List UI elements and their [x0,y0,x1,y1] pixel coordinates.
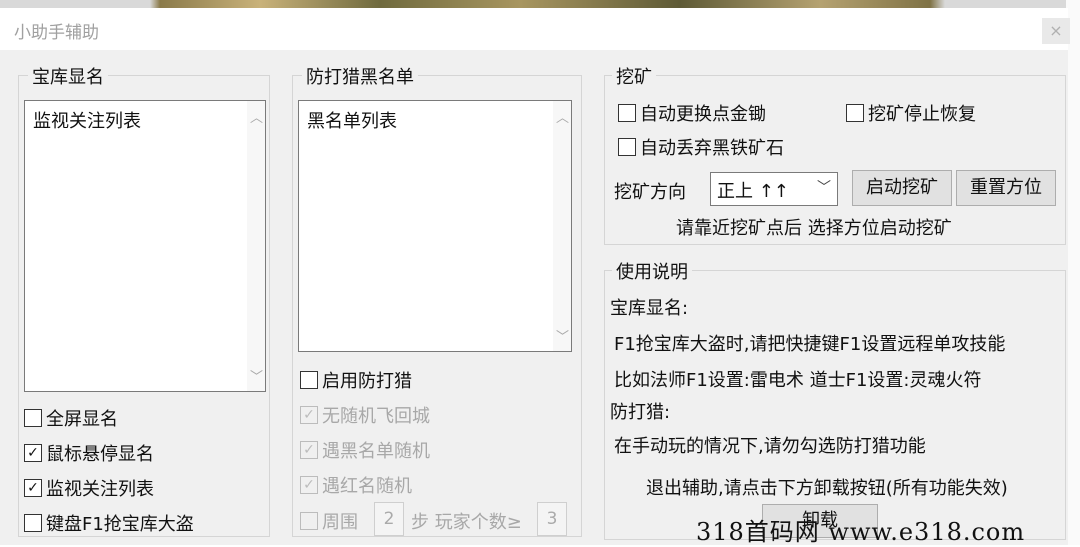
check-icon[interactable]: ✓ [24,444,42,462]
checkbox-label: 自动更换点金锄 [640,104,766,125]
steps-players-label: 步 玩家个数≥ [411,512,522,533]
checkbox-label: 鼠标悬停显名 [46,444,154,465]
scrollbar[interactable]: ︿ ﹀ [247,101,265,391]
scroll-down-icon[interactable]: ﹀ [556,326,569,345]
watch-listbox[interactable]: 监视关注列表 ︿ ﹀ [24,100,266,392]
checkbox-label: 遇红名随机 [322,476,412,497]
scroll-down-icon[interactable]: ﹀ [250,366,263,385]
usage-line: 防打猎: [610,402,671,423]
auto-pickaxe-checkbox[interactable]: 自动更换点金锄 [618,100,766,126]
mining-hint: 请靠近挖矿点后 选择方位启动挖矿 [676,218,952,239]
usage-line: 宝库显名: [610,298,689,319]
steps-input[interactable]: 2 [374,502,404,536]
player-count-input[interactable]: 3 [537,502,567,536]
checkbox-box[interactable] [846,104,864,122]
checkbox-label: 无随机飞回城 [322,406,430,427]
checkbox-box[interactable] [24,514,42,532]
checkbox-box[interactable] [24,409,42,427]
blacklist-group-title: 防打猎黑名单 [302,63,418,89]
desktop-edge [1066,0,1080,545]
no-random-return-checkbox[interactable]: ✓ 无随机飞回城 [300,402,430,428]
blacklist-random-checkbox[interactable]: ✓ 遇黑名单随机 [300,437,430,463]
chevron-down-icon: ﹀ [817,180,831,196]
scroll-up-icon[interactable]: ︿ [556,107,569,126]
checkbox-label: 挖矿停止恢复 [868,104,976,125]
window-title: 小助手辅助 [14,23,99,43]
close-button[interactable]: × [1042,18,1070,44]
checkbox-label: 键盘F1抢宝库大盗 [46,514,194,535]
auto-discard-checkbox[interactable]: 自动丢弃黑铁矿石 [618,134,784,160]
checkbox-box[interactable] [618,104,636,122]
blacklist-listbox[interactable]: 黑名单列表 ︿ ﹀ [298,100,572,352]
direction-select[interactable]: 正上 ↑↑ ﹀ [710,172,838,206]
treasure-group-title: 宝库显名 [28,63,108,89]
direction-value: 正上 ↑↑ [717,181,789,202]
f1-treasure-checkbox[interactable]: 键盘F1抢宝库大盗 [24,510,194,536]
around-checkbox[interactable]: 周围 [300,508,358,534]
check-icon[interactable]: ✓ [24,479,42,497]
watermark: 318首码网 www.e318.com [696,518,1026,546]
check-icon[interactable]: ✓ [300,406,318,424]
title-bar: 小助手辅助 × [0,8,1070,50]
check-icon[interactable]: ✓ [300,476,318,494]
usage-line: F1抢宝库大盗时,请把快捷键F1设置远程单攻技能 [614,334,1006,355]
checkbox-label: 遇黑名单随机 [322,441,430,462]
fullscreen-name-checkbox[interactable]: 全屏显名 [24,405,118,431]
checkbox-box[interactable] [300,371,318,389]
check-icon[interactable]: ✓ [300,441,318,459]
checkbox-label: 全屏显名 [46,409,118,430]
usage-line: 在手动玩的情况下,请勿勾选防打猎功能 [614,436,926,457]
scrollbar[interactable]: ︿ ﹀ [553,101,571,351]
list-item[interactable]: 监视关注列表 [33,107,141,133]
reset-direction-button[interactable]: 重置方位 [956,170,1056,206]
usage-group-title: 使用说明 [612,258,692,284]
mining-group-title: 挖矿 [612,63,656,89]
checkbox-label: 自动丢弃黑铁矿石 [640,138,784,159]
enable-anti-hunt-checkbox[interactable]: 启用防打猎 [300,367,412,393]
checkbox-label: 监视关注列表 [46,479,154,500]
red-name-random-checkbox[interactable]: ✓ 遇红名随机 [300,472,412,498]
direction-label: 挖矿方向 [614,182,686,203]
watch-list-checkbox[interactable]: ✓ 监视关注列表 [24,475,154,501]
checkbox-label: 启用防打猎 [322,371,412,392]
usage-line: 退出辅助,请点击下方卸载按钮(所有功能失效) [646,478,1008,499]
checkbox-label: 周围 [322,512,358,533]
list-item[interactable]: 黑名单列表 [307,107,397,133]
stop-resume-checkbox[interactable]: 挖矿停止恢复 [846,100,976,126]
scroll-up-icon[interactable]: ︿ [250,107,263,126]
app-window: 小助手辅助 × 宝库显名 监视关注列表 ︿ ﹀ 全屏显名 ✓ 鼠标悬停显名 ✓ … [0,8,1070,545]
checkbox-box[interactable] [618,138,636,156]
usage-line: 比如法师F1设置:雷电术 道士F1设置:灵魂火符 [614,370,982,391]
checkbox-box[interactable] [300,512,318,530]
start-mining-button[interactable]: 启动挖矿 [852,170,952,206]
hover-name-checkbox[interactable]: ✓ 鼠标悬停显名 [24,440,154,466]
